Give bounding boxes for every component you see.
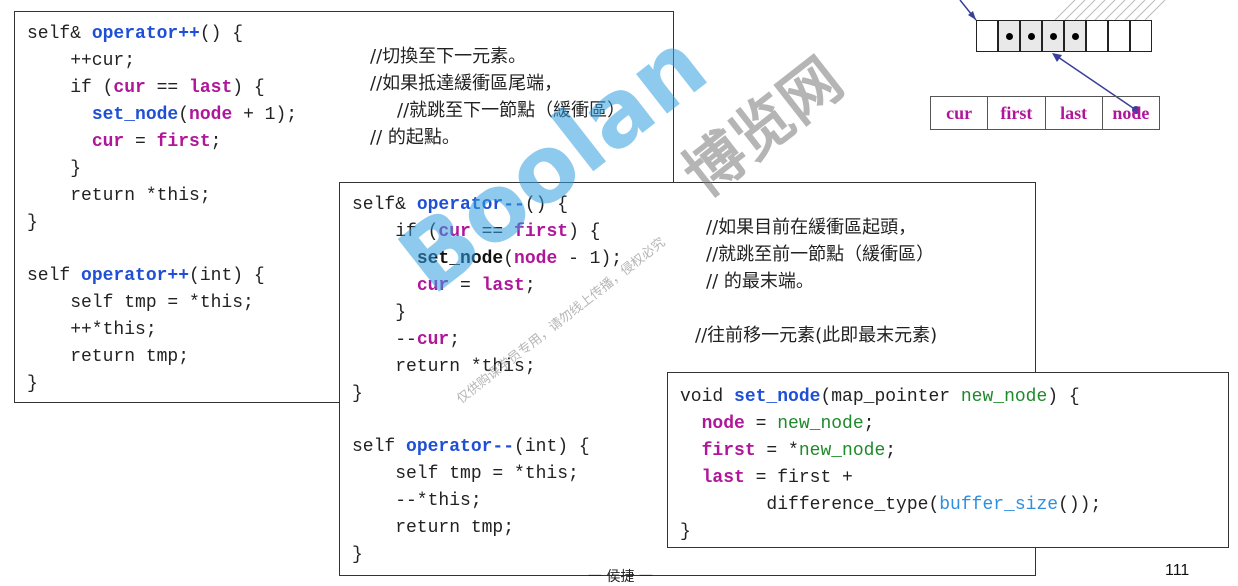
code-line: return tmp; (352, 518, 515, 538)
element-dot (1006, 33, 1013, 40)
code-line: self tmp = *this; (352, 464, 579, 484)
iterator-cell-first: first (988, 97, 1046, 129)
code-comment: //切換至下一元素。 (370, 46, 527, 67)
buffer-slot (976, 20, 998, 52)
code-line: node = new_node; (701, 414, 875, 434)
element-dot (1050, 33, 1057, 40)
iterator-cell-cur: cur (931, 97, 989, 129)
code-line: set_node(node + 1); (91, 105, 298, 125)
buffer-slot (1130, 20, 1152, 52)
code-line: self& operator++() { (27, 24, 244, 44)
iterator-struct: cur first last node (930, 96, 1160, 130)
code-line: } (680, 522, 691, 542)
code-box-set-node: void set_node(map_pointer new_node) { no… (667, 372, 1229, 548)
code-line: if (cur == first) { (352, 222, 601, 242)
code-comment: //往前移一元素(此即最末元素) (695, 325, 938, 346)
page-number: 111 (1165, 562, 1190, 579)
code-line: self& operator--() { (352, 195, 569, 215)
code-line: ++*this; (27, 320, 157, 340)
code-comment: //如果抵達緩衝區尾端， (370, 73, 563, 94)
code-line: } (27, 159, 82, 179)
code-line: self operator--(int) { (352, 437, 590, 457)
code-line: difference_type(buffer_size()); (680, 495, 1102, 515)
iterator-cell-last: last (1046, 97, 1103, 129)
code-line: --cur; (352, 330, 461, 350)
code-comment: //如果目前在緩衝區起頭， (706, 217, 917, 238)
element-dot (1028, 33, 1035, 40)
code-comment: //就跳至前一節點（緩衝區） (706, 244, 935, 265)
code-line: return *this; (352, 357, 536, 377)
element-dot (1072, 33, 1079, 40)
code-line: self tmp = *this; (27, 293, 254, 313)
code-line: return *this; (27, 186, 211, 206)
code-line: } (27, 374, 38, 394)
buffer-slot (1086, 20, 1108, 52)
buffer-slot (998, 20, 1020, 52)
code-line: set_node(node - 1); (416, 249, 623, 269)
code-line: cur = first; (91, 132, 222, 152)
footer-author-mark: 一 侯捷 一 (588, 569, 653, 585)
code-line: self operator++(int) { (27, 266, 265, 286)
code-line: if (cur == last) { (27, 78, 265, 98)
code-line: void set_node(map_pointer new_node) { (680, 387, 1080, 407)
buffer-slot (1020, 20, 1042, 52)
code-line: } (27, 213, 38, 233)
code-line: cur = last; (416, 276, 536, 296)
code-line: ++cur; (27, 51, 136, 71)
buffer-slot (1064, 20, 1086, 52)
code-line: } (352, 303, 407, 323)
code-line: } (352, 545, 363, 565)
code-comment: // 的起點。 (370, 127, 460, 148)
code-line: } (352, 384, 363, 404)
code-line: first = *new_node; (701, 441, 897, 461)
code-comment: // 的最末端。 (706, 271, 814, 292)
buffer-slot (1042, 20, 1064, 52)
code-line: last = first + (701, 468, 853, 488)
code-line: --*this; (352, 491, 482, 511)
code-line: return tmp; (27, 347, 190, 367)
code-comment: //就跳至下一節點（緩衝區） (397, 100, 626, 121)
iterator-cell-node: node (1112, 102, 1150, 123)
buffer-slot (1108, 20, 1130, 52)
